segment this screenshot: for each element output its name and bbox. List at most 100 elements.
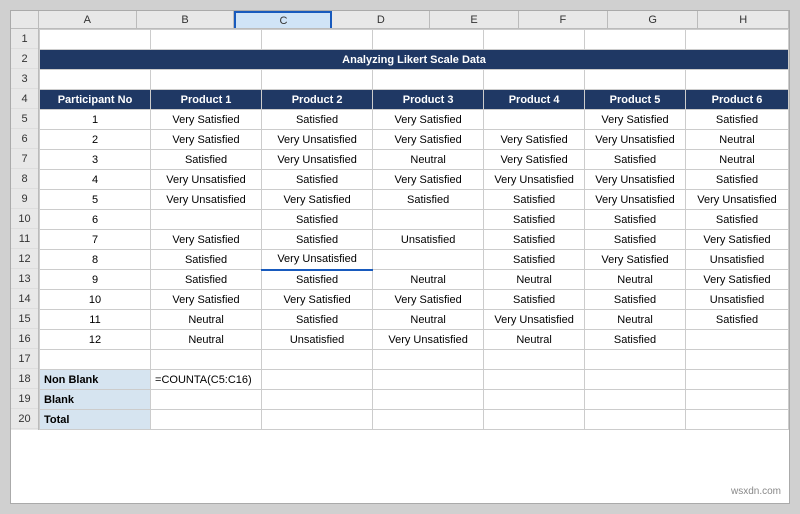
cell-h12: Unsatisfied bbox=[686, 250, 789, 270]
table-row: 2 Very Satisfied Very Unsatisfied Very S… bbox=[40, 130, 789, 150]
cell-d7: Very Unsatisfied bbox=[262, 150, 373, 170]
cell-f7: Very Satisfied bbox=[484, 150, 585, 170]
cell-g10: Satisfied bbox=[585, 210, 686, 230]
cell-f18 bbox=[484, 370, 585, 390]
cell-c8: Very Unsatisfied bbox=[151, 170, 262, 190]
row-num-20: 20 bbox=[11, 409, 38, 429]
cell-e14: Very Satisfied bbox=[373, 290, 484, 310]
cell-e16: Very Unsatisfied bbox=[373, 330, 484, 350]
cell-c14: Very Satisfied bbox=[151, 290, 262, 310]
cell-h7: Neutral bbox=[686, 150, 789, 170]
cell-f19 bbox=[484, 390, 585, 410]
table-row: 10 Very Satisfied Very Satisfied Very Sa… bbox=[40, 290, 789, 310]
col-header-b: B bbox=[137, 11, 235, 28]
cell-b15: 11 bbox=[40, 310, 151, 330]
data-area: Analyzing Likert Scale Data Participant … bbox=[39, 29, 789, 430]
row-19: Blank bbox=[40, 390, 789, 410]
cell-h15: Satisfied bbox=[686, 310, 789, 330]
table-row: 6 Satisfied Satisfied Satisfied Satisfie… bbox=[40, 210, 789, 230]
cell-c19 bbox=[151, 390, 262, 410]
cell-c12: Satisfied bbox=[151, 250, 262, 270]
cell-g11: Satisfied bbox=[585, 230, 686, 250]
row-3 bbox=[40, 70, 789, 90]
cell-f17 bbox=[484, 350, 585, 370]
cell-c5: Very Satisfied bbox=[151, 110, 262, 130]
cell-d20 bbox=[262, 410, 373, 430]
row-num-16: 16 bbox=[11, 329, 38, 349]
cell-e7: Neutral bbox=[373, 150, 484, 170]
spreadsheet: A B C D E F G H 1 2 3 4 5 6 7 8 9 10 11 … bbox=[10, 10, 790, 504]
cell-c6: Very Satisfied bbox=[151, 130, 262, 150]
cell-c18[interactable]: =COUNTA(C5:C16) bbox=[151, 370, 262, 390]
cell-e6: Very Satisfied bbox=[373, 130, 484, 150]
cell-c20 bbox=[151, 410, 262, 430]
cell-b20: Total bbox=[40, 410, 151, 430]
row-18: Non Blank =COUNTA(C5:C16) bbox=[40, 370, 789, 390]
row-num-4: 4 bbox=[11, 89, 38, 109]
cell-h13: Very Satisfied bbox=[686, 270, 789, 290]
cell-c3 bbox=[151, 70, 262, 90]
row-num-10: 10 bbox=[11, 209, 38, 229]
cell-g5: Very Satisfied bbox=[585, 110, 686, 130]
cell-g19 bbox=[585, 390, 686, 410]
cell-d16: Unsatisfied bbox=[262, 330, 373, 350]
cell-h5: Satisfied bbox=[686, 110, 789, 130]
column-headers: A B C D E F G H bbox=[11, 11, 789, 29]
cell-c17 bbox=[151, 350, 262, 370]
cell-b3 bbox=[40, 70, 151, 90]
table-row: 7 Very Satisfied Satisfied Unsatisfied S… bbox=[40, 230, 789, 250]
row-num-17: 17 bbox=[11, 349, 38, 369]
row-num-11: 11 bbox=[11, 229, 38, 249]
header-product6: Product 6 bbox=[686, 90, 789, 110]
row-17 bbox=[40, 350, 789, 370]
cell-b11: 7 bbox=[40, 230, 151, 250]
cell-b5: 1 bbox=[40, 110, 151, 130]
cell-g1 bbox=[585, 30, 686, 50]
row-20: Total bbox=[40, 410, 789, 430]
cell-d14: Very Satisfied bbox=[262, 290, 373, 310]
cell-d3 bbox=[262, 70, 373, 90]
table-row: 12 Neutral Unsatisfied Very Unsatisfied … bbox=[40, 330, 789, 350]
cell-d11: Satisfied bbox=[262, 230, 373, 250]
cell-h17 bbox=[686, 350, 789, 370]
cell-b14: 10 bbox=[40, 290, 151, 310]
cell-f20 bbox=[484, 410, 585, 430]
header-product5: Product 5 bbox=[585, 90, 686, 110]
cell-c1 bbox=[151, 30, 262, 50]
cell-b9: 5 bbox=[40, 190, 151, 210]
cell-e9: Satisfied bbox=[373, 190, 484, 210]
cell-d12: Very Unsatisfied bbox=[262, 250, 373, 270]
table-row: 3 Satisfied Very Unsatisfied Neutral Ver… bbox=[40, 150, 789, 170]
col-header-c[interactable]: C bbox=[234, 11, 332, 28]
cell-f5 bbox=[484, 110, 585, 130]
row-num-3: 3 bbox=[11, 69, 38, 89]
cell-e15: Neutral bbox=[373, 310, 484, 330]
cell-b13: 9 bbox=[40, 270, 151, 290]
col-header-f: F bbox=[519, 11, 608, 28]
cell-h1 bbox=[686, 30, 789, 50]
cell-e3 bbox=[373, 70, 484, 90]
col-header-e: E bbox=[430, 11, 519, 28]
row-num-12: 12 bbox=[11, 249, 38, 269]
cell-h20 bbox=[686, 410, 789, 430]
cell-f14: Satisfied bbox=[484, 290, 585, 310]
row-num-2: 2 bbox=[11, 49, 38, 69]
cell-g14: Satisfied bbox=[585, 290, 686, 310]
row-num-18: 18 bbox=[11, 369, 38, 389]
table-row: 1 Very Satisfied Satisfied Very Satisfie… bbox=[40, 110, 789, 130]
header-product1: Product 1 bbox=[151, 90, 262, 110]
cell-c10 bbox=[151, 210, 262, 230]
cell-g16: Satisfied bbox=[585, 330, 686, 350]
cell-h8: Satisfied bbox=[686, 170, 789, 190]
cell-h6: Neutral bbox=[686, 130, 789, 150]
cell-g6: Very Unsatisfied bbox=[585, 130, 686, 150]
cell-d15: Satisfied bbox=[262, 310, 373, 330]
cell-f9: Satisfied bbox=[484, 190, 585, 210]
cell-d18 bbox=[262, 370, 373, 390]
cell-h3 bbox=[686, 70, 789, 90]
row-num-13: 13 bbox=[11, 269, 38, 289]
sheet-body: 1 2 3 4 5 6 7 8 9 10 11 12 13 14 15 16 1… bbox=[11, 29, 789, 430]
cell-b16: 12 bbox=[40, 330, 151, 350]
cell-b18: Non Blank bbox=[40, 370, 151, 390]
table-row: 4 Very Unsatisfied Satisfied Very Satisf… bbox=[40, 170, 789, 190]
